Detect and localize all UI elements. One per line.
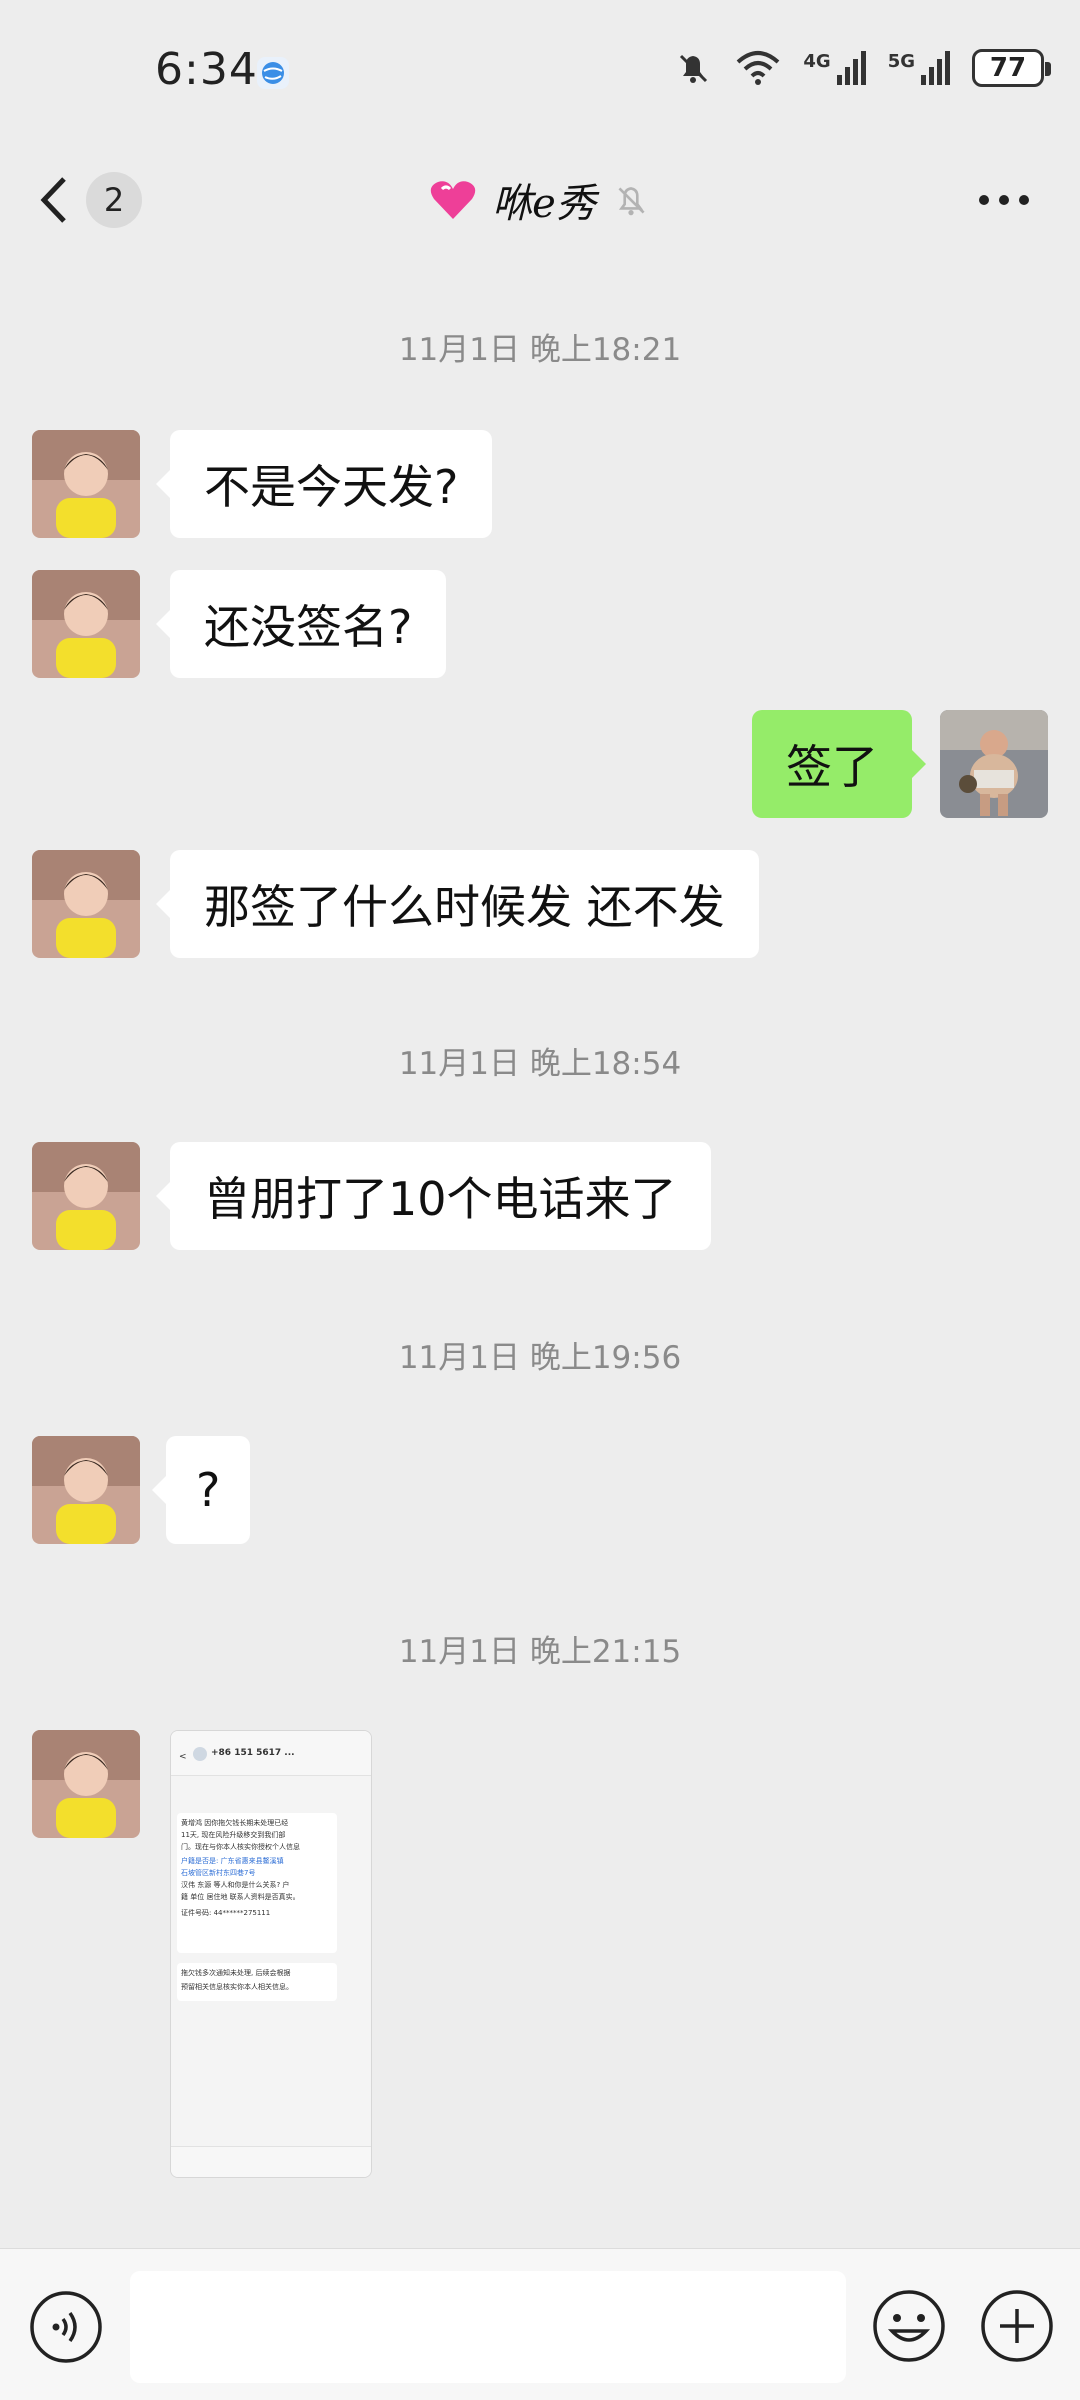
avatar-image — [32, 1142, 140, 1250]
contact-avatar[interactable] — [32, 1436, 140, 1544]
signal-bar — [929, 67, 934, 85]
sms-line: 黄增鸿 因你拖欠钱长期未处理已经 — [181, 1819, 289, 1827]
thumb-input-bar — [171, 2146, 371, 2177]
network-label-4g: 4G — [803, 51, 831, 72]
incoming-message[interactable]: 不是今天发? — [155, 430, 493, 538]
sms-line: 门。现在与你本人核实你授权个人信息 — [181, 1843, 300, 1851]
wifi-icon — [737, 51, 780, 85]
avatar-image — [32, 570, 140, 678]
browser-icon — [257, 57, 289, 89]
message-input[interactable] — [130, 2271, 846, 2383]
signal-bar — [836, 75, 842, 85]
emoji-button[interactable] — [870, 2287, 948, 2365]
signal-bar — [860, 51, 866, 85]
voice-input-button[interactable] — [28, 2289, 104, 2365]
incoming-message[interactable]: ? — [151, 1436, 251, 1544]
chat-screen: 6:34 4G 5G 77 2 咻e秀 11月1日 晚上18:21 不是今天发?… — [0, 0, 1080, 2400]
avatar-image — [32, 1730, 140, 1838]
battery-indicator: 77 — [972, 49, 1051, 87]
signal-bar — [852, 59, 858, 85]
timestamp: 11月1日 晚上18:21 — [398, 332, 682, 368]
signal-5g: 5G — [888, 51, 950, 85]
user-avatar[interactable] — [940, 710, 1048, 818]
incoming-message[interactable]: 曾朋打了10个电话来了 — [156, 1142, 711, 1250]
mute-bell-icon — [680, 54, 708, 83]
clock: 6:34 — [155, 44, 258, 95]
chat-title-area[interactable]: 咻e秀 — [0, 164, 1080, 236]
contact-avatar[interactable] — [32, 570, 140, 678]
avatar-image — [940, 710, 1048, 818]
incoming-message[interactable]: 还没签名? — [155, 570, 447, 678]
sms-line: 汉伟 东源 等人和你是什么关系? 户 — [181, 1881, 290, 1889]
timestamp: 11月1日 晚上18:54 — [398, 1046, 682, 1082]
battery-level: 77 — [989, 53, 1027, 83]
input-bar — [0, 2248, 1080, 2400]
signal-bar — [945, 51, 950, 85]
sms-line: 证件号码: 44******275111 — [181, 1909, 271, 1917]
timestamp: 11月1日 晚上19:56 — [398, 1340, 682, 1376]
sms-line: 拖欠钱多次通知未处理, 后续会根据 — [181, 1969, 291, 1977]
muted-notification-icon — [618, 187, 645, 216]
signal-bar — [921, 75, 926, 85]
status-bar: 6:34 4G 5G 77 — [0, 0, 1080, 140]
image-message[interactable]: < +86 151 5617 ... 黄增鸿 因你拖欠钱长期未处理已经 11天,… — [170, 1730, 372, 2178]
timestamp: 11月1日 晚上21:15 — [398, 1634, 682, 1670]
thumb-back-icon: < — [179, 1752, 187, 1762]
chat-title: 咻e秀 — [492, 181, 596, 227]
sms-line: 户籍是否是: 广东省惠来县鳌溪镇 — [181, 1857, 284, 1865]
avatar-image — [32, 430, 140, 538]
signal-4g: 4G — [803, 51, 866, 85]
avatar-image — [32, 850, 140, 958]
contact-avatar[interactable] — [32, 850, 140, 958]
sms-line: 11天, 现在风险升级移交到我们部 — [181, 1831, 286, 1839]
avatar-image — [32, 1436, 140, 1544]
more-functions-button[interactable] — [978, 2287, 1056, 2365]
sms-line: 预留相关信息核实你本人相关信息。 — [181, 1983, 293, 1991]
incoming-message[interactable]: 那签了什么时候发 还不发 — [156, 850, 759, 958]
thumb-contact-icon — [193, 1747, 207, 1761]
signal-bar — [844, 67, 850, 85]
contact-avatar[interactable] — [32, 1142, 140, 1250]
sms-line: 籍 单位 居住地 联系人资料是否真实。 — [181, 1893, 300, 1901]
contact-avatar[interactable] — [32, 430, 140, 538]
signal-bar — [937, 59, 942, 85]
status-icons: 4G 5G 77 — [673, 48, 1051, 88]
heart-icon — [430, 181, 476, 219]
contact-avatar[interactable] — [32, 1730, 140, 1838]
outgoing-message[interactable]: 签了 — [752, 710, 926, 818]
thumb-phone: +86 151 5617 ... — [211, 1748, 295, 1758]
network-label-5g: 5G — [887, 51, 915, 72]
ellipsis-icon — [979, 195, 1029, 205]
more-options-button[interactable] — [964, 170, 1044, 230]
sms-line: 石坡管区新村东四巷7号 — [181, 1869, 256, 1877]
chat-header: 2 咻e秀 — [0, 140, 1080, 260]
